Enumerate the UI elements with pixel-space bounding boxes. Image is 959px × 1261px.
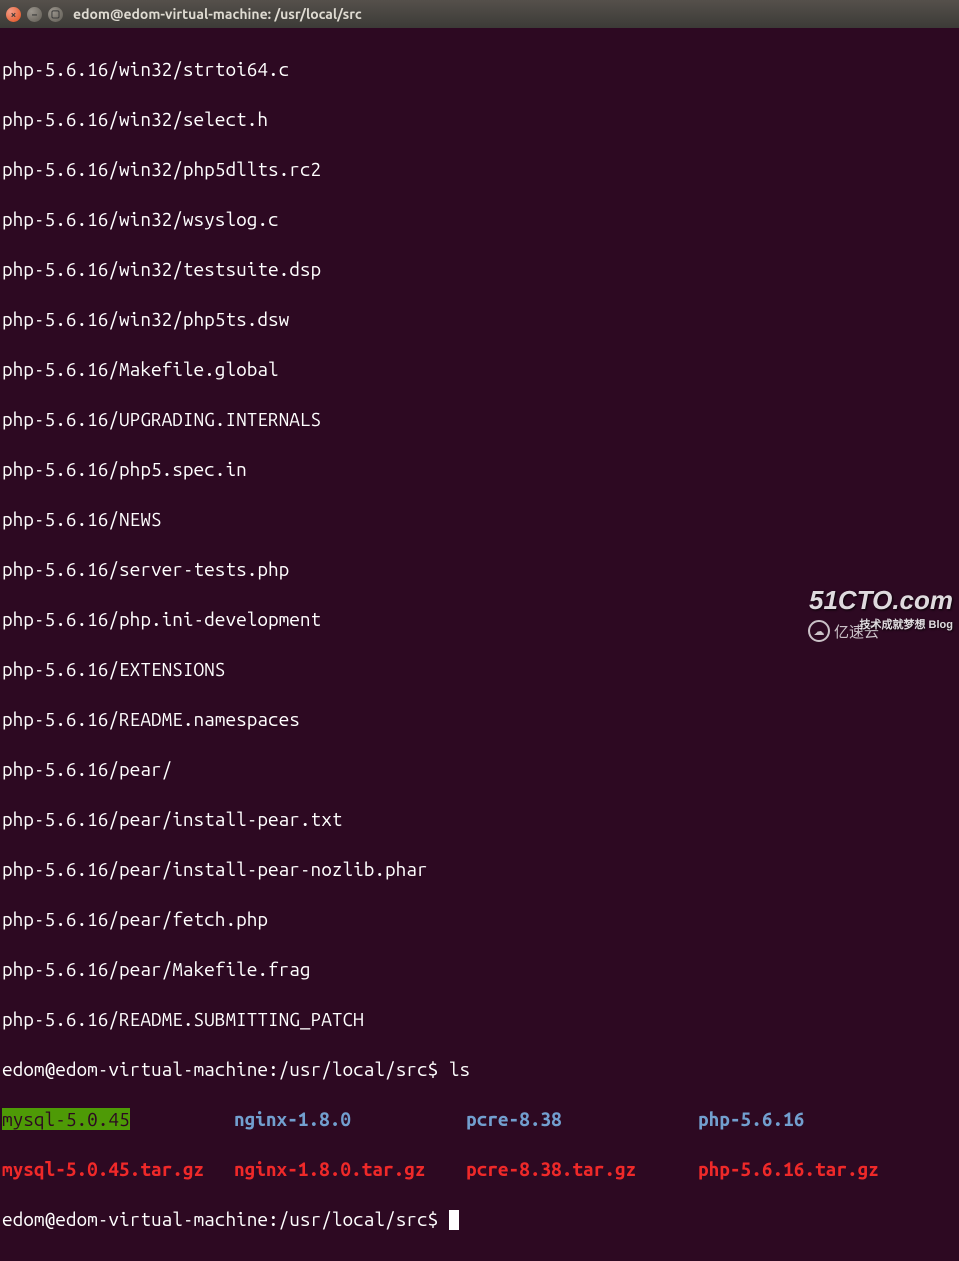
output-line: php-5.6.16/server-tests.php bbox=[2, 557, 957, 582]
prompt-path: :/usr/local/src$ bbox=[268, 1058, 438, 1080]
ls-item: php-5.6.16.tar.gz bbox=[698, 1157, 930, 1182]
output-line: php-5.6.16/php5.spec.in bbox=[2, 457, 957, 482]
prompt-line: edom@edom-virtual-machine:/usr/local/src… bbox=[2, 1057, 957, 1082]
window-titlebar: × – ▢ edom@edom-virtual-machine: /usr/lo… bbox=[0, 0, 959, 28]
prompt-command: ls bbox=[438, 1058, 470, 1080]
close-icon[interactable]: × bbox=[6, 7, 21, 22]
output-line: php-5.6.16/php.ini-development bbox=[2, 607, 957, 632]
output-line: php-5.6.16/pear/install-pear-nozlib.phar bbox=[2, 857, 957, 882]
prompt-command bbox=[438, 1208, 449, 1230]
output-line: php-5.6.16/pear/fetch.php bbox=[2, 907, 957, 932]
ls-item: mysql-5.0.45 bbox=[2, 1107, 234, 1132]
output-line: php-5.6.16/win32/php5dllts.rc2 bbox=[2, 157, 957, 182]
output-line: php-5.6.16/pear/Makefile.frag bbox=[2, 957, 957, 982]
ls-item: pcre-8.38.tar.gz bbox=[466, 1157, 698, 1182]
terminal-output[interactable]: php-5.6.16/win32/strtoi64.c php-5.6.16/w… bbox=[0, 28, 959, 1261]
ls-item: nginx-1.8.0 bbox=[234, 1107, 466, 1132]
output-line: php-5.6.16/win32/strtoi64.c bbox=[2, 57, 957, 82]
output-line: php-5.6.16/EXTENSIONS bbox=[2, 657, 957, 682]
window-controls: × – ▢ bbox=[6, 7, 63, 22]
output-line: php-5.6.16/README.namespaces bbox=[2, 707, 957, 732]
output-line: php-5.6.16/Makefile.global bbox=[2, 357, 957, 382]
output-line: php-5.6.16/win32/testsuite.dsp bbox=[2, 257, 957, 282]
ls-item: nginx-1.8.0.tar.gz bbox=[234, 1157, 466, 1182]
ls-item: pcre-8.38 bbox=[466, 1107, 698, 1132]
output-line: php-5.6.16/pear/ bbox=[2, 757, 957, 782]
ls-row-dirs: mysql-5.0.45nginx-1.8.0pcre-8.38php-5.6.… bbox=[2, 1107, 957, 1132]
prompt-user-host: edom@edom-virtual-machine bbox=[2, 1208, 268, 1230]
minimize-icon[interactable]: – bbox=[27, 7, 42, 22]
maximize-icon[interactable]: ▢ bbox=[48, 7, 63, 22]
ls-item: mysql-5.0.45.tar.gz bbox=[2, 1157, 234, 1182]
ls-item: php-5.6.16 bbox=[698, 1107, 930, 1132]
output-line: php-5.6.16/UPGRADING.INTERNALS bbox=[2, 407, 957, 432]
output-line: php-5.6.16/win32/php5ts.dsw bbox=[2, 307, 957, 332]
prompt-user-host: edom@edom-virtual-machine bbox=[2, 1058, 268, 1080]
output-line: php-5.6.16/NEWS bbox=[2, 507, 957, 532]
output-line: php-5.6.16/win32/select.h bbox=[2, 107, 957, 132]
prompt-path: :/usr/local/src$ bbox=[268, 1208, 438, 1230]
output-line: php-5.6.16/pear/install-pear.txt bbox=[2, 807, 957, 832]
output-line: php-5.6.16/win32/wsyslog.c bbox=[2, 207, 957, 232]
ls-row-archives: mysql-5.0.45.tar.gznginx-1.8.0.tar.gzpcr… bbox=[2, 1157, 957, 1182]
prompt-line: edom@edom-virtual-machine:/usr/local/src… bbox=[2, 1207, 957, 1232]
cursor-icon bbox=[449, 1210, 459, 1230]
window-title: edom@edom-virtual-machine: /usr/local/sr… bbox=[73, 6, 362, 22]
output-line: php-5.6.16/README.SUBMITTING_PATCH bbox=[2, 1007, 957, 1032]
